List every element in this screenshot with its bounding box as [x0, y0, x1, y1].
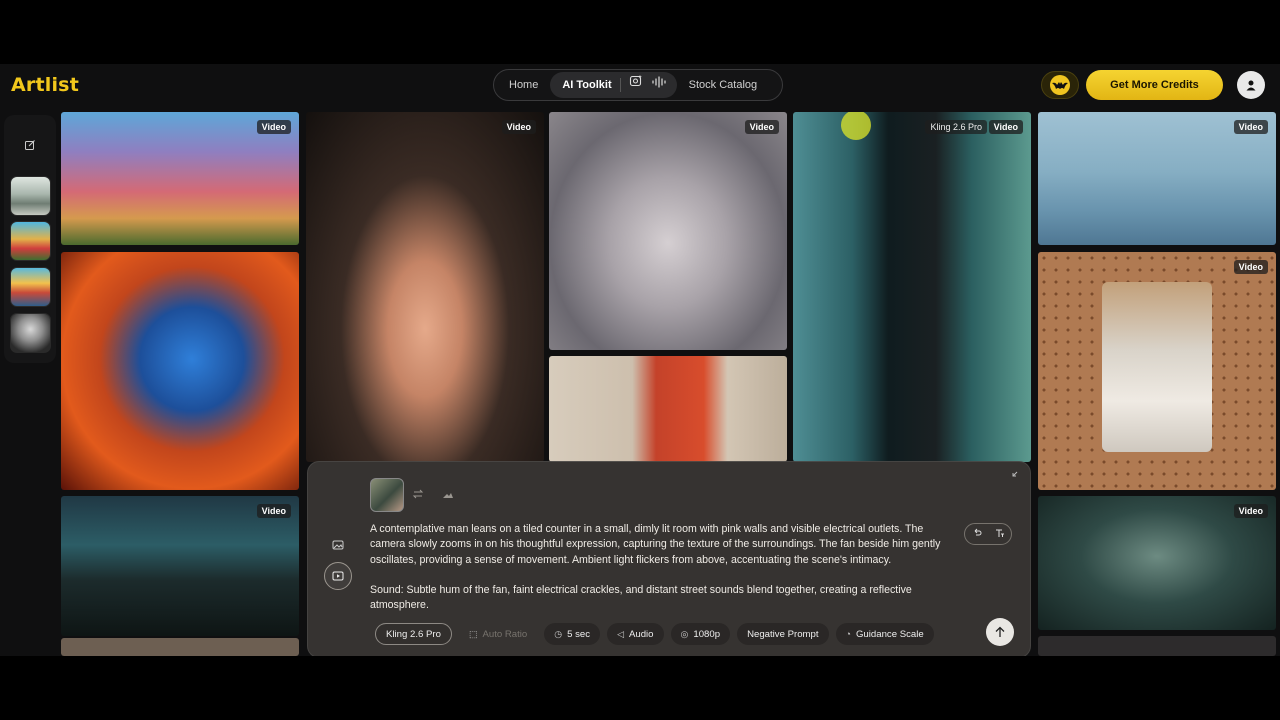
- arrow-up-icon: [995, 626, 1005, 637]
- video-tile-horse-pegboard[interactable]: Video: [1038, 252, 1276, 490]
- model-badge: Kling 2.6 Pro: [925, 120, 987, 134]
- duration-chip[interactable]: ◷ 5 sec: [544, 623, 601, 645]
- negative-prompt-chip[interactable]: Negative Prompt: [737, 623, 829, 645]
- ratio-chip: ⬚ Auto Ratio: [459, 623, 537, 645]
- main-nav: Home AI Toolkit Stock Catalog: [493, 69, 783, 101]
- history-thumb-3[interactable]: [10, 267, 51, 307]
- video-tile-man-suit[interactable]: Video: [1038, 496, 1276, 630]
- cursor-highlight: [841, 112, 871, 140]
- send-button[interactable]: [986, 618, 1014, 646]
- prompt-paragraph-2: Sound: Subtle hum of the fan, faint elec…: [370, 583, 912, 612]
- text-format-icon[interactable]: [995, 528, 1005, 541]
- resolution-chip[interactable]: ◎ 1080p: [670, 623, 731, 645]
- video-tile-how-to-read[interactable]: [549, 356, 787, 462]
- audio-label: Audio: [628, 628, 654, 640]
- artlist-logo[interactable]: Artlist: [11, 74, 79, 96]
- nav-ai-toolkit[interactable]: AI Toolkit: [550, 72, 677, 98]
- add-image-icon[interactable]: [442, 488, 454, 503]
- video-tile-portrait[interactable]: Video: [306, 112, 544, 462]
- history-rail: [4, 115, 56, 363]
- bat-icon: [1050, 75, 1070, 95]
- nav-divider: [619, 78, 621, 92]
- guidance-label: Guidance Scale: [855, 628, 924, 640]
- history-thumb-2[interactable]: [10, 221, 51, 261]
- video-badge: Video: [1233, 260, 1268, 274]
- audio-wave-icon[interactable]: [651, 72, 667, 98]
- video-badge: Video: [1233, 120, 1268, 134]
- duration-label: 5 sec: [567, 628, 591, 640]
- video-badge: Video: [256, 120, 291, 134]
- bulb-icon: ◎: [680, 628, 689, 639]
- negative-prompt-label: Negative Prompt: [747, 628, 819, 640]
- nav-stock-catalog[interactable]: Stock Catalog: [677, 72, 769, 98]
- video-tile-escalator[interactable]: Kling 2.6 Pro Video: [793, 112, 1031, 462]
- resolution-label: 1080p: [693, 628, 721, 640]
- model-select-chip[interactable]: Kling 2.6 Pro: [375, 623, 452, 645]
- prompt-text[interactable]: A contemplative man leans on a tiled cou…: [370, 522, 960, 613]
- video-mode-icon[interactable]: [324, 562, 352, 590]
- video-tile-col1-bottom[interactable]: [61, 638, 299, 656]
- video-badge: Video: [744, 120, 779, 134]
- history-thumb-1[interactable]: [10, 176, 51, 216]
- video-tile-snow-rider[interactable]: Video: [1038, 112, 1276, 245]
- clock-icon: ◷: [554, 628, 563, 639]
- prompt-panel: A contemplative man leans on a tiled cou…: [307, 461, 1031, 656]
- get-more-credits-button[interactable]: Get More Credits: [1086, 70, 1223, 100]
- undo-icon[interactable]: [972, 528, 982, 541]
- horse-package: [1102, 282, 1212, 452]
- video-tile-flowers[interactable]: Video: [61, 112, 299, 245]
- speaker-icon: ◁: [617, 628, 624, 639]
- swap-icon[interactable]: [412, 488, 424, 503]
- video-tile-neon-street[interactable]: Video: [61, 496, 299, 636]
- collapse-icon[interactable]: [1008, 471, 1018, 484]
- user-icon[interactable]: [1237, 71, 1265, 99]
- video-badge: Video: [988, 120, 1023, 134]
- nav-home[interactable]: Home: [497, 72, 550, 98]
- guidance-scale-chip[interactable]: ◔ Guidance Scale: [835, 623, 934, 645]
- ratio-label: Auto Ratio: [482, 628, 528, 640]
- prompt-paragraph-1: A contemplative man leans on a tiled cou…: [370, 523, 941, 566]
- history-thumb-4[interactable]: [10, 313, 51, 353]
- audio-chip[interactable]: ◁ Audio: [607, 623, 664, 645]
- model-label: Kling 2.6 Pro: [386, 628, 441, 640]
- video-tile-col5-bottom[interactable]: [1038, 636, 1276, 656]
- undo-redo-group: [964, 523, 1012, 545]
- artlist-app: Artlist Home AI Toolkit Stock Catalog Ge…: [0, 64, 1280, 656]
- gauge-icon: ◔: [845, 629, 851, 639]
- image-sparkle-icon[interactable]: [629, 72, 643, 98]
- image-mode-icon[interactable]: [324, 531, 352, 559]
- video-badge: Video: [256, 504, 291, 518]
- screen: Artlist Home AI Toolkit Stock Catalog Ge…: [0, 0, 1280, 720]
- settings-chips: Kling 2.6 Pro ⬚ Auto Ratio ◷ 5 sec ◁ Audio …: [375, 623, 934, 645]
- video-badge: Video: [501, 120, 536, 134]
- ratio-icon: ⬚: [468, 628, 478, 639]
- video-badge: Video: [1233, 504, 1268, 518]
- reference-image-thumb[interactable]: [370, 478, 404, 512]
- nav-ai-toolkit-label: AI Toolkit: [562, 79, 612, 91]
- membership-badge[interactable]: [1041, 71, 1079, 99]
- video-tile-jelly-cake[interactable]: Video: [549, 112, 787, 350]
- video-tile-blue-hand[interactable]: [61, 252, 299, 490]
- edit-icon[interactable]: [15, 130, 45, 160]
